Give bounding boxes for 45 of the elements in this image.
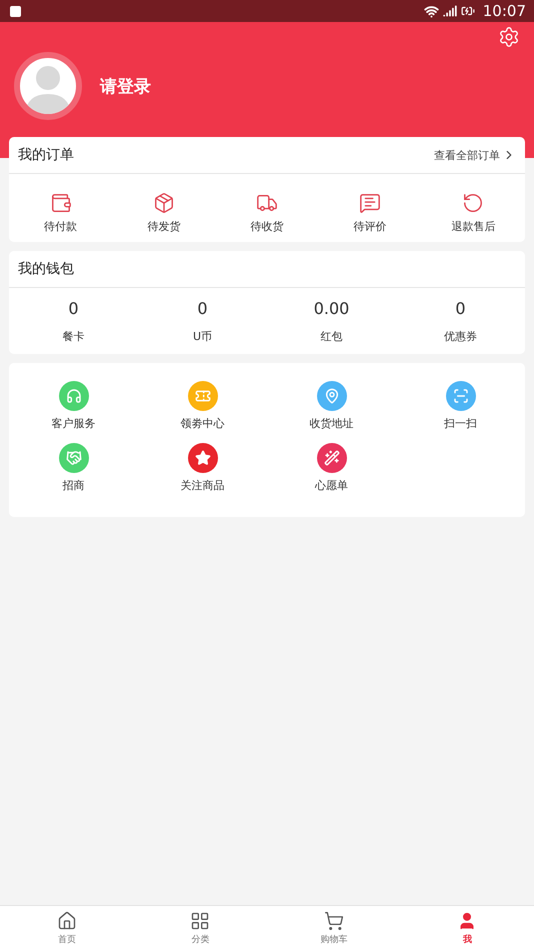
order-status-label[interactable]: 待付款 (44, 219, 78, 234)
service-label[interactable]: 关注商品 (180, 478, 224, 493)
card-title: 我的钱包 (18, 260, 74, 278)
grid-icon (190, 910, 210, 930)
wallet-value[interactable]: 0 (68, 299, 79, 318)
notification-icon (10, 6, 21, 16)
wallet-value[interactable]: 0 (455, 299, 466, 318)
order-status-label[interactable]: 待发货 (147, 219, 180, 234)
tab-bar-item[interactable]: 购物车 (267, 906, 400, 950)
wallet-label[interactable]: 红包 (320, 329, 342, 344)
service-label[interactable]: 收货地址 (310, 416, 354, 431)
package-icon[interactable] (152, 192, 175, 214)
tab-bar-item[interactable]: 分类 (134, 906, 267, 950)
wallet-value[interactable]: 0 (197, 299, 208, 318)
status-time: 10:07 (482, 2, 526, 20)
magic-wand-icon[interactable] (316, 443, 346, 473)
card-title: 我的订单 (18, 146, 74, 164)
wallet-label[interactable]: U币 (192, 329, 212, 344)
wallet-icon[interactable] (50, 192, 72, 214)
wallet-label[interactable]: 餐卡 (62, 329, 84, 344)
cart-icon (324, 910, 344, 930)
settings-icon[interactable] (498, 26, 520, 48)
service-label[interactable]: 心愿单 (315, 478, 348, 493)
service-label[interactable]: 招商 (62, 478, 84, 493)
order-status-label[interactable]: 待评价 (354, 219, 387, 234)
view-all-orders-link[interactable]: 查看全部订单 (434, 148, 516, 162)
service-label[interactable]: 扫一扫 (444, 416, 477, 431)
service-label[interactable]: 领劵中心 (180, 416, 224, 431)
wallet-label[interactable]: 优惠券 (444, 329, 477, 344)
chat-icon[interactable] (359, 192, 382, 214)
tab-bar-item[interactable]: 我 (400, 906, 534, 950)
battery-icon (460, 4, 475, 18)
login-link[interactable]: 请登录 (100, 74, 151, 98)
wallet-value[interactable]: 0.00 (314, 299, 350, 318)
location-pin-icon[interactable] (316, 381, 346, 411)
order-status-label[interactable]: 退款售后 (451, 219, 496, 234)
wifi-icon (424, 4, 439, 18)
scan-icon[interactable] (446, 381, 476, 411)
truck-icon[interactable] (256, 192, 278, 214)
order-status-label[interactable]: 待收货 (250, 219, 284, 234)
signal-icon (442, 4, 457, 18)
tab-bar-item[interactable]: 首页 (0, 906, 134, 950)
service-label[interactable]: 客户服务 (52, 416, 96, 431)
refund-icon[interactable] (462, 192, 484, 214)
home-icon (56, 910, 77, 930)
